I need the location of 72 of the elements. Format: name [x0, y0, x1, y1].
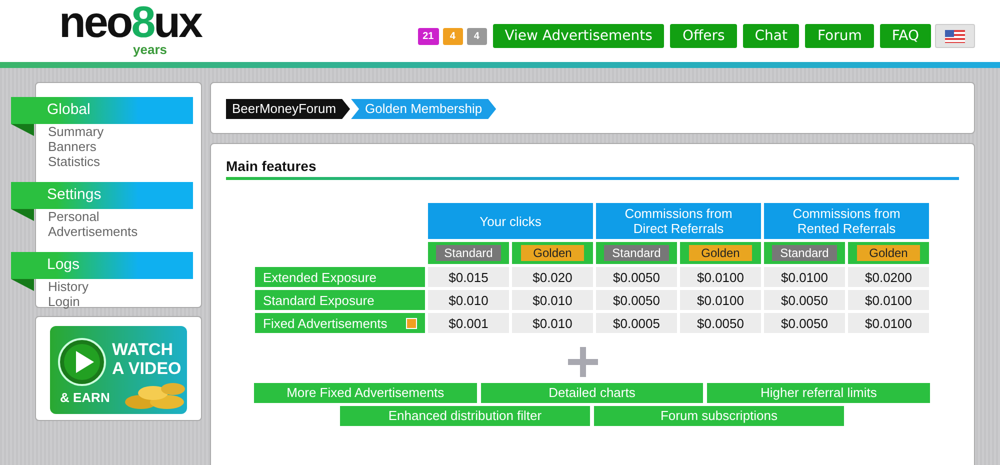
breadcrumb-link[interactable]: Golden Membership — [351, 99, 496, 119]
coins-icon — [123, 380, 187, 410]
table-cell: $0.0100 — [680, 290, 761, 310]
table-cell: $0.0100 — [848, 313, 929, 333]
plan-label: Standard — [772, 245, 837, 261]
plan-label: Golden — [857, 245, 920, 261]
table-cell: $0.0100 — [764, 267, 845, 287]
counter-badge[interactable]: 4 — [466, 28, 487, 44]
plus-icon — [568, 347, 598, 377]
counter-badge[interactable]: 21 — [418, 28, 439, 44]
table-cell: $0.0050 — [764, 290, 845, 310]
sidebar-link[interactable]: History — [36, 279, 88, 294]
table-cell: $0.0050 — [596, 267, 677, 287]
ribbon-fold — [11, 209, 34, 221]
table-cell: $0.015 — [428, 267, 509, 287]
plan-label: Standard — [436, 245, 501, 261]
table-cell: $0.010 — [428, 290, 509, 310]
row-label: Standard Exposure — [263, 292, 374, 308]
section-title: Main features — [226, 158, 318, 174]
sidebar-link[interactable]: Advertisements — [36, 224, 138, 239]
sidebar-link[interactable]: Banners — [36, 139, 96, 154]
logo-digit: 8 — [131, 2, 154, 44]
banner-text: A VIDEO — [112, 359, 182, 378]
banner-text: WATCH — [112, 340, 174, 359]
table-cell: $0.0100 — [680, 267, 761, 287]
logo-tagline: years — [133, 44, 167, 56]
plan-label: Standard — [604, 245, 669, 261]
table-cell: $0.010 — [512, 290, 593, 310]
table-cell: $0.020 — [512, 267, 593, 287]
table-cell: $0.0005 — [596, 313, 677, 333]
feature-label: More Fixed Advertisements — [254, 383, 477, 403]
sidebar-heading: Logs — [11, 252, 193, 279]
ribbon-fold — [11, 124, 34, 136]
logo-text: neo — [58, 2, 132, 44]
table-cell: $0.010 — [512, 313, 593, 333]
breadcrumb-link[interactable]: BeerMoneyForum — [226, 99, 350, 119]
column-header: Commissions from Rented Referrals — [764, 203, 929, 239]
ribbon-fold — [11, 279, 34, 291]
sidebar-heading: Settings — [11, 182, 193, 209]
logo-text: ux — [154, 2, 202, 44]
table-cell: $0.0100 — [848, 290, 929, 310]
table-cell: $0.0200 — [848, 267, 929, 287]
row-label: Fixed Advertisements — [263, 316, 388, 330]
flag-icon — [945, 30, 965, 42]
table-cell: $0.0050 — [680, 313, 761, 333]
banner-text: & EARN — [60, 390, 110, 405]
feature-label: Forum subscriptions — [594, 406, 844, 426]
column-header: Your clicks — [428, 203, 593, 239]
nav-button[interactable]: FAQ — [880, 24, 931, 48]
nav-button[interactable]: View Advertisements — [492, 24, 664, 48]
plan-label: Golden — [689, 245, 752, 261]
nav-button[interactable]: Chat — [742, 24, 800, 48]
language-button[interactable] — [935, 24, 975, 48]
sidebar-link[interactable]: Personal — [36, 209, 100, 224]
nav-button[interactable]: Forum — [805, 24, 874, 48]
feature-label: Enhanced distribution filter — [340, 406, 590, 426]
table-cell: $0.001 — [428, 313, 509, 333]
row-label: Extended Exposure — [263, 270, 376, 284]
sidebar-link[interactable]: Statistics — [36, 154, 100, 169]
nav-button[interactable]: Offers — [670, 24, 737, 48]
sidebar-link[interactable]: Summary — [36, 124, 104, 139]
table-cell: $0.0050 — [764, 313, 845, 333]
sidebar-heading: Global — [11, 97, 193, 124]
table-cell: $0.0050 — [596, 290, 677, 310]
feature-label: Higher referral limits — [707, 383, 930, 403]
sidebar-link[interactable]: Login — [36, 294, 80, 309]
square-icon — [406, 318, 417, 328]
play-icon — [58, 338, 106, 386]
plan-label: Golden — [521, 245, 584, 261]
feature-label: Detailed charts — [480, 383, 704, 403]
watch-video-banner[interactable]: WATCH A VIDEO & EARN — [50, 326, 187, 414]
column-header: Commissions from Direct Referrals — [596, 203, 761, 239]
